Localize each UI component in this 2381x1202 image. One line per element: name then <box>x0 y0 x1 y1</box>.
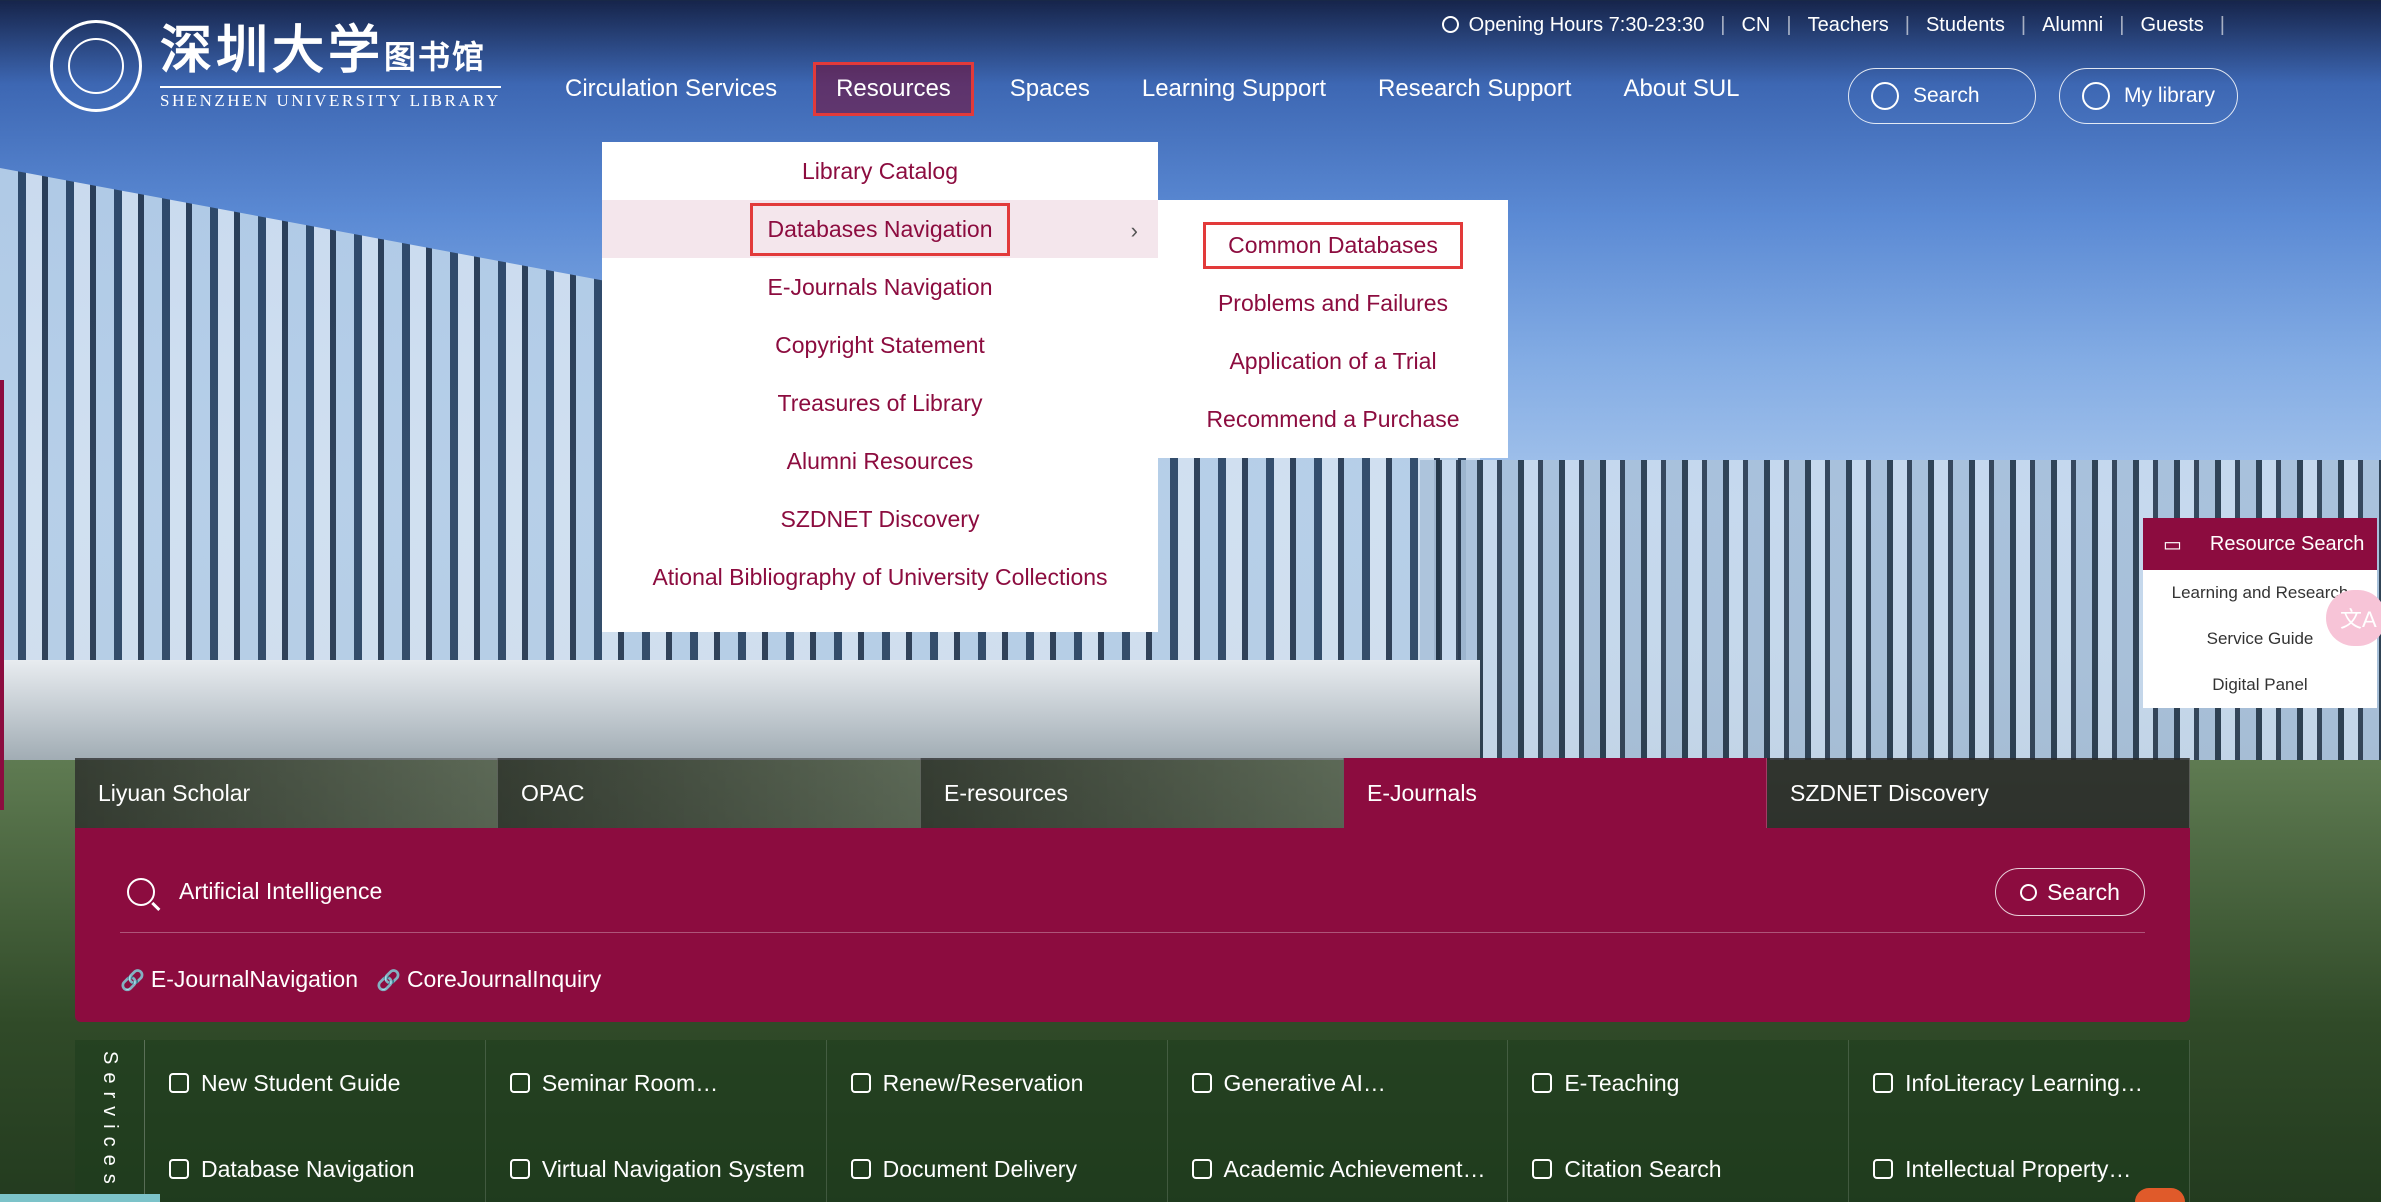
book-icon: ▭ <box>2163 533 2182 556</box>
translate-icon[interactable]: 文A <box>2326 590 2381 646</box>
ai-icon <box>1191 1073 1212 1093</box>
search-input[interactable]: Artificial Intelligence <box>179 878 382 905</box>
link-core-journal-inquiry[interactable]: 🔗 CoreJournalInquiry <box>376 966 601 993</box>
lang-cn-link[interactable]: CN <box>1741 14 1770 37</box>
chevron-right-icon: › <box>1130 218 1138 243</box>
submenu-common-databases[interactable]: Common Databases <box>1158 216 1508 274</box>
calendar-icon <box>509 1073 530 1093</box>
services-label: Services <box>75 1040 145 1202</box>
svc-academic-achievement[interactable]: Academic Achievement… <box>1168 1126 1509 1202</box>
svc-new-student-guide[interactable]: New Student Guide <box>145 1040 486 1126</box>
services-bar: Services New Student Guide Seminar Room…… <box>75 1040 2190 1202</box>
menu-ejournals-navigation[interactable]: E-Journals Navigation <box>602 258 1158 316</box>
tab-opac[interactable]: OPAC <box>498 758 921 828</box>
main-nav: Circulation Services Resources Spaces Le… <box>549 62 1776 116</box>
search-icon <box>127 878 155 906</box>
tab-liyuan-scholar[interactable]: Liyuan Scholar <box>75 758 498 828</box>
svc-document-delivery[interactable]: Document Delivery <box>827 1126 1168 1202</box>
bottom-tab-indicator <box>0 1194 160 1202</box>
learning-icon <box>1873 1073 1894 1093</box>
guests-link[interactable]: Guests <box>2140 14 2203 37</box>
svc-renew-reservation[interactable]: Renew/Reservation <box>827 1040 1168 1126</box>
submenu-problems-failures[interactable]: Problems and Failures <box>1158 274 1508 332</box>
svc-virtual-navigation[interactable]: Virtual Navigation System <box>486 1126 827 1202</box>
search-icon <box>2020 883 2038 901</box>
menu-bibliography[interactable]: Ational Bibliography of University Colle… <box>602 548 1158 606</box>
tab-ejournals[interactable]: E-Journals <box>1344 758 1767 828</box>
search-divider <box>120 932 2145 933</box>
search-icon <box>1871 82 1899 110</box>
menu-alumni-resources[interactable]: Alumni Resources <box>602 432 1158 490</box>
nav-research-support[interactable]: Research Support <box>1362 62 1587 116</box>
submenu-trial-application[interactable]: Application of a Trial <box>1158 332 1508 390</box>
tab-szdnet-discovery[interactable]: SZDNET Discovery <box>1767 758 2190 828</box>
my-library-button[interactable]: My library <box>2059 68 2238 124</box>
students-link[interactable]: Students <box>1926 14 2005 37</box>
map-icon <box>509 1159 530 1179</box>
search-tabs: Liyuan Scholar OPAC E-resources E-Journa… <box>75 758 2190 828</box>
link-icon: 🔗 <box>120 970 145 992</box>
menu-library-catalog[interactable]: Library Catalog <box>602 142 1158 200</box>
svc-seminar-room[interactable]: Seminar Room… <box>486 1040 827 1126</box>
document-icon <box>850 1159 871 1179</box>
site-logo[interactable]: 深圳大学图书馆 SHENZHEN UNIVERSITY LIBRARY <box>50 20 501 112</box>
submenu-recommend-purchase[interactable]: Recommend a Purchase <box>1158 390 1508 448</box>
search-panel: Artificial Intelligence Search 🔗 E-Journa… <box>75 828 2190 1022</box>
clock-icon <box>1441 16 1459 33</box>
floating-badge-icon[interactable] <box>2135 1188 2185 1202</box>
menu-szdnet-discovery[interactable]: SZDNET Discovery <box>602 490 1158 548</box>
compass-icon <box>169 1159 189 1179</box>
menu-copyright-statement[interactable]: Copyright Statement <box>602 316 1158 374</box>
nav-about-sul[interactable]: About SUL <box>1607 62 1755 116</box>
side-digital-panel[interactable]: Digital Panel <box>2143 662 2377 708</box>
menu-treasures-of-library[interactable]: Treasures of Library <box>602 374 1158 432</box>
svc-database-navigation[interactable]: Database Navigation <box>145 1126 486 1202</box>
globe-icon <box>1532 1073 1553 1093</box>
menu-databases-navigation[interactable]: Databases Navigation › <box>602 200 1158 258</box>
link-icon: 🔗 <box>376 970 401 992</box>
top-utility-bar: Opening Hours 7:30-23:30 | CN | Teachers |… <box>1441 14 2241 37</box>
resources-dropdown: Library Catalog Databases Navigation › E… <box>602 142 1158 632</box>
nav-learning-support[interactable]: Learning Support <box>1126 62 1342 116</box>
nav-spaces[interactable]: Spaces <box>994 62 1106 116</box>
logo-english: SHENZHEN UNIVERSITY LIBRARY <box>160 85 501 111</box>
svc-infoliteracy[interactable]: InfoLiteracy Learning… <box>1849 1040 2190 1126</box>
svc-generative-ai[interactable]: Generative AI… <box>1168 1040 1509 1126</box>
left-accent-strip <box>0 380 4 810</box>
header-search-button[interactable]: Search <box>1848 68 2036 124</box>
logo-chinese: 深圳大学图书馆 <box>160 19 487 81</box>
alumni-link[interactable]: Alumni <box>2042 14 2103 37</box>
side-resource-search[interactable]: ▭ Resource Search <box>2143 518 2377 570</box>
nav-circulation-services[interactable]: Circulation Services <box>549 62 793 116</box>
link-ejournal-navigation[interactable]: 🔗 E-JournalNavigation <box>120 966 358 993</box>
databases-submenu: Common Databases Problems and Failures A… <box>1158 200 1508 458</box>
nav-resources[interactable]: Resources <box>813 62 974 116</box>
search-submit-button[interactable]: Search <box>1995 868 2145 916</box>
building-roof <box>0 660 1480 770</box>
svc-e-teaching[interactable]: E-Teaching <box>1508 1040 1850 1126</box>
guide-icon <box>169 1073 189 1093</box>
achievement-icon <box>1191 1159 1212 1179</box>
tab-eresources[interactable]: E-resources <box>921 758 1344 828</box>
svc-citation-search[interactable]: Citation Search <box>1508 1126 1850 1202</box>
ip-icon <box>1873 1159 1894 1179</box>
teachers-link[interactable]: Teachers <box>1808 14 1889 37</box>
user-icon <box>2082 82 2110 110</box>
university-seal-icon <box>50 20 142 112</box>
opening-hours: Opening Hours 7:30-23:30 <box>1441 14 1704 37</box>
book-icon <box>850 1073 871 1093</box>
citation-icon <box>1532 1159 1553 1179</box>
